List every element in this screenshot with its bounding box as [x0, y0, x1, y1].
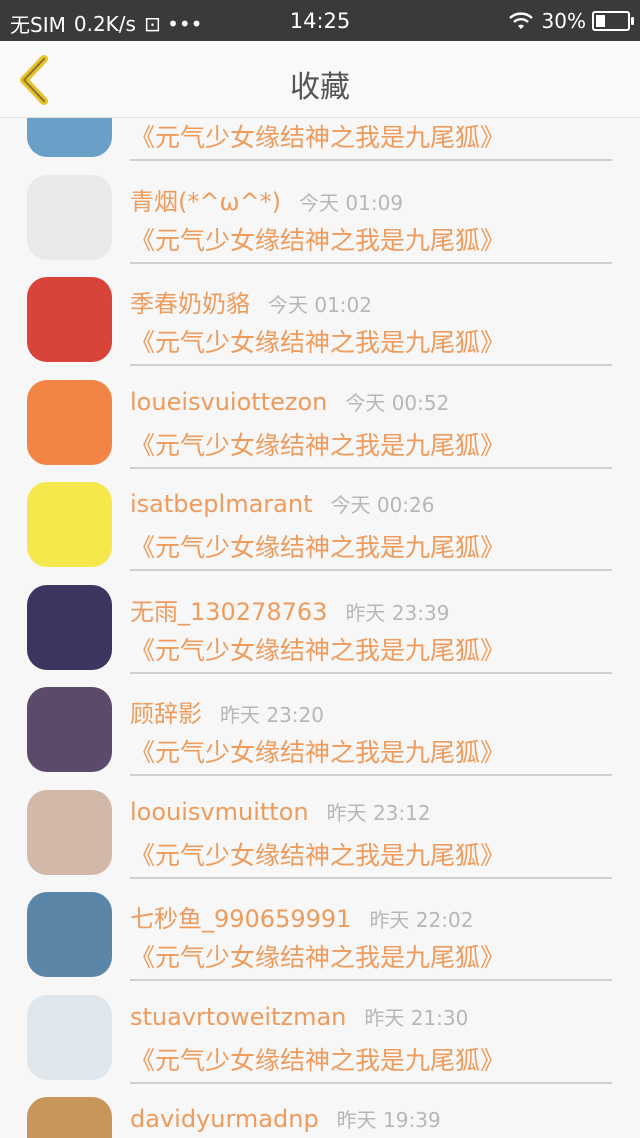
item-header: 顾辞影 昨天 23:20	[130, 694, 324, 729]
avatar[interactable]	[27, 892, 112, 977]
username[interactable]: loouisvmuitton	[130, 798, 309, 826]
collection-title[interactable]: 《元气少女缘结神之我是九尾狐》	[130, 836, 505, 872]
timestamp: 昨天 21:30	[364, 1005, 469, 1030]
avatar[interactable]	[27, 1097, 112, 1138]
item-header: stuavrtoweitzman 昨天 21:30	[130, 1002, 468, 1031]
avatar[interactable]	[27, 584, 112, 670]
favorites-list[interactable]: 《元气少女缘结神之我是九尾狐》 青烟(*^ω^*) 今天 01:09 《元气少女缘结神…	[0, 118, 640, 1138]
list-item[interactable]: isatbeplmarant 今天 00:26 《元气少女缘结神之我是九尾狐》	[0, 471, 640, 574]
item-header: davidyurmadnp 昨天 19:39	[130, 1104, 441, 1133]
list-item[interactable]: 顾辞影 昨天 23:20 《元气少女缘结神之我是九尾狐》	[0, 676, 640, 779]
username[interactable]: isatbeplmarant	[130, 490, 312, 518]
collection-title[interactable]: 《元气少女缘结神之我是九尾狐》	[130, 323, 505, 359]
avatar[interactable]	[27, 687, 112, 772]
list-item[interactable]: 《元气少女缘结神之我是九尾狐》	[0, 118, 640, 164]
timestamp: 昨天 19:39	[336, 1108, 441, 1132]
item-header: loouisvmuitton 昨天 23:12	[130, 797, 431, 826]
battery-icon	[592, 11, 634, 31]
username[interactable]: 顾辞影	[130, 694, 202, 729]
divider	[130, 671, 612, 674]
avatar[interactable]	[27, 482, 112, 567]
item-header: 季春奶奶貉 今天 01:02	[130, 284, 372, 319]
item-header: isatbeplmarant 今天 00:26	[130, 489, 434, 518]
status-right: 30%	[508, 9, 634, 33]
divider	[130, 261, 612, 264]
avatar[interactable]	[27, 994, 112, 1080]
list-item[interactable]: stuavrtoweitzman 昨天 21:30 《元气少女缘结神之我是九尾狐》	[0, 984, 640, 1087]
list-item[interactable]: 青烟(*^ω^*) 今天 01:09 《元气少女缘结神之我是九尾狐》	[0, 164, 640, 267]
avatar[interactable]	[27, 174, 112, 260]
timestamp: 昨天 23:12	[326, 800, 431, 825]
list-item[interactable]: loueisvuiottezon 今天 00:52 《元气少女缘结神之我是九尾狐》	[0, 369, 640, 472]
divider	[130, 979, 612, 981]
timestamp: 今天 00:52	[345, 390, 450, 415]
avatar[interactable]	[27, 789, 112, 875]
username[interactable]: loueisvuiottezon	[130, 388, 327, 416]
list-item[interactable]: davidyurmadnp 昨天 19:39	[0, 1086, 640, 1138]
favorites-list-inner: 《元气少女缘结神之我是九尾狐》 青烟(*^ω^*) 今天 01:09 《元气少女缘结神…	[0, 118, 640, 1138]
divider	[130, 159, 612, 161]
divider	[130, 774, 612, 776]
nav-bar: 收藏	[0, 41, 640, 118]
wifi-icon	[508, 12, 533, 29]
list-item[interactable]: 无雨_130278763 昨天 23:39 《元气少女缘结神之我是九尾狐》	[0, 574, 640, 677]
battery-percent: 30%	[541, 9, 586, 33]
avatar[interactable]	[27, 379, 112, 465]
timestamp: 今天 01:09	[299, 190, 404, 215]
item-header: 七秒鱼_990659991 昨天 22:02	[130, 899, 473, 934]
collection-title[interactable]: 《元气少女缘结神之我是九尾狐》	[130, 733, 505, 769]
divider	[130, 876, 612, 879]
list-item[interactable]: 季春奶奶貉 今天 01:02 《元气少女缘结神之我是九尾狐》	[0, 266, 640, 369]
timestamp: 昨天 23:20	[220, 703, 324, 727]
username[interactable]: 季春奶奶貉	[130, 284, 250, 319]
username[interactable]: davidyurmadnp	[130, 1105, 319, 1133]
timestamp: 今天 01:02	[268, 293, 372, 317]
collection-title[interactable]: 《元气少女缘结神之我是九尾狐》	[130, 426, 505, 462]
divider	[130, 569, 612, 571]
avatar[interactable]	[27, 277, 112, 362]
timestamp: 昨天 22:02	[369, 908, 474, 932]
collection-title[interactable]: 《元气少女缘结神之我是九尾狐》	[130, 221, 505, 257]
divider	[130, 364, 612, 366]
avatar[interactable]	[27, 118, 112, 157]
collection-title[interactable]: 《元气少女缘结神之我是九尾狐》	[130, 118, 505, 154]
collection-title[interactable]: 《元气少女缘结神之我是九尾狐》	[130, 631, 505, 667]
timestamp: 今天 00:26	[330, 493, 435, 517]
item-header: loueisvuiottezon 今天 00:52	[130, 387, 449, 416]
username[interactable]: 青烟(*^ω^*)	[130, 182, 281, 217]
username[interactable]: 七秒鱼_990659991	[130, 899, 351, 934]
timestamp: 昨天 23:39	[345, 600, 450, 625]
status-bar: 无SIM 0.2K/s ⊡ ••• 14:25 30%	[0, 0, 640, 41]
divider	[130, 466, 612, 469]
item-header: 青烟(*^ω^*) 今天 01:09	[130, 182, 403, 217]
item-header: 无雨_130278763 昨天 23:39	[130, 592, 449, 627]
divider	[130, 1081, 612, 1084]
collection-title[interactable]: 《元气少女缘结神之我是九尾狐》	[130, 938, 505, 974]
collection-title[interactable]: 《元气少女缘结神之我是九尾狐》	[130, 1041, 505, 1077]
username[interactable]: stuavrtoweitzman	[130, 1003, 346, 1031]
battery-fill	[596, 15, 605, 27]
list-item[interactable]: 七秒鱼_990659991 昨天 22:02 《元气少女缘结神之我是九尾狐》	[0, 881, 640, 984]
page-title: 收藏	[290, 70, 350, 105]
username[interactable]: 无雨_130278763	[130, 592, 327, 627]
collection-title[interactable]: 《元气少女缘结神之我是九尾狐》	[130, 528, 505, 564]
list-item[interactable]: loouisvmuitton 昨天 23:12 《元气少女缘结神之我是九尾狐》	[0, 779, 640, 882]
